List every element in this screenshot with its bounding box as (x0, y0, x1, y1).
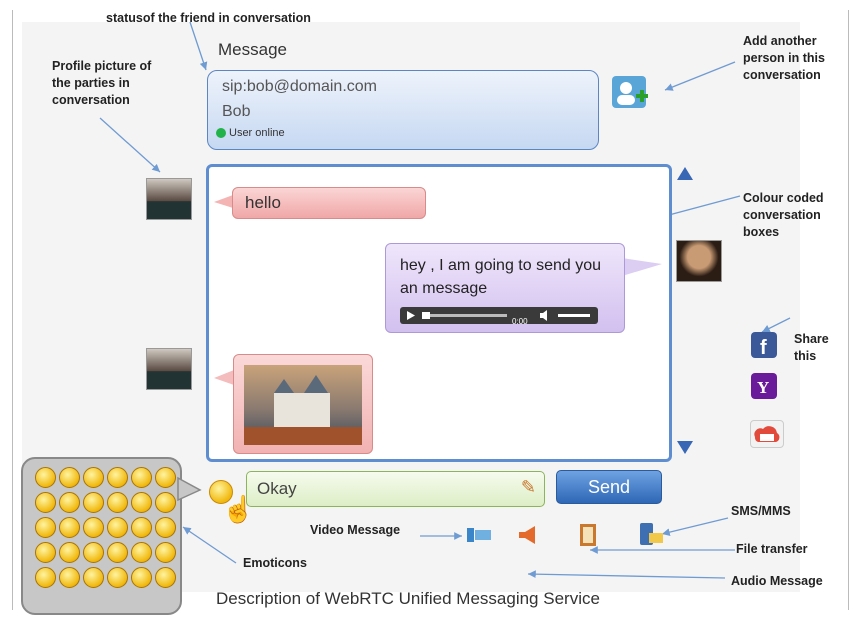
file-transfer-icon[interactable] (578, 522, 598, 548)
audio-message-icon[interactable] (515, 524, 541, 546)
message-input-box[interactable]: ✎ (246, 471, 545, 507)
message-input[interactable] (255, 476, 509, 502)
diagram-stage: statusof the friend in conversation Prof… (0, 0, 860, 617)
send-button[interactable]: Send (556, 470, 662, 504)
pen-icon[interactable]: ✎ (521, 477, 536, 498)
sms-mms-icon[interactable] (638, 521, 664, 547)
emoticon-panel-tail (177, 476, 202, 502)
video-message-icon[interactable] (465, 524, 493, 546)
diagram-caption: Description of WebRTC Unified Messaging … (216, 589, 600, 608)
